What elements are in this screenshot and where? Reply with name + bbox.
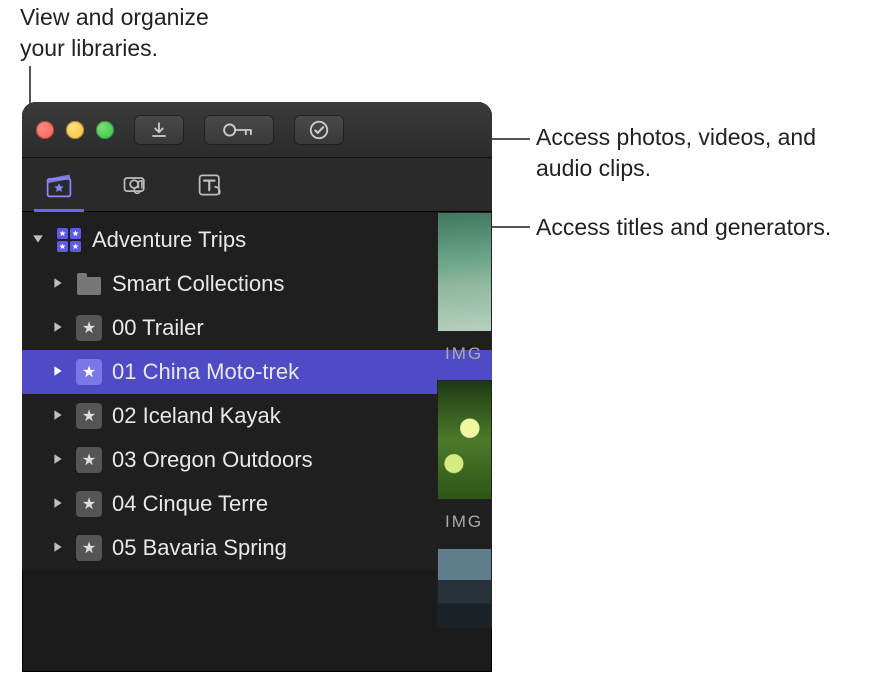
- sidebar-item-event[interactable]: ★ 01 China Moto-trek: [22, 350, 492, 394]
- photos-audio-tab[interactable]: [120, 170, 150, 200]
- event-star-icon: ★: [76, 491, 102, 517]
- disclosure-triangle-icon[interactable]: [52, 277, 66, 291]
- event-star-icon: ★: [76, 315, 102, 341]
- sidebar-item-label: 04 Cinque Terre: [112, 491, 484, 517]
- close-window-button[interactable]: [36, 121, 54, 139]
- minimize-window-button[interactable]: [66, 121, 84, 139]
- background-tasks-button[interactable]: [294, 115, 344, 145]
- sidebar-item-label: 02 Iceland Kayak: [112, 403, 484, 429]
- titles-generators-tab[interactable]: [196, 170, 226, 200]
- clip-filename-fragment: IMG: [445, 512, 492, 532]
- sidebar-item-event[interactable]: ★ 02 Iceland Kayak: [22, 394, 492, 438]
- disclosure-triangle-icon[interactable]: [52, 541, 66, 555]
- event-star-icon: ★: [76, 403, 102, 429]
- event-star-icon: ★: [76, 535, 102, 561]
- sidebar-item-event[interactable]: ★ 04 Cinque Terre: [22, 482, 492, 526]
- clip-thumbnail[interactable]: [437, 212, 492, 332]
- active-tab-underline: [34, 209, 84, 212]
- folder-icon: [76, 271, 102, 297]
- event-star-icon: ★: [76, 359, 102, 385]
- sidebar-item-label: 01 China Moto-trek: [112, 359, 484, 385]
- sidebar-item-label: 00 Trailer: [112, 315, 484, 341]
- disclosure-triangle-icon[interactable]: [52, 321, 66, 335]
- download-arrow-icon: [150, 121, 168, 139]
- clip-filename-fragment: IMG: [445, 344, 492, 364]
- sidebar-item-smart-collections[interactable]: Smart Collections: [22, 262, 492, 306]
- clip-thumbnail[interactable]: [437, 380, 492, 500]
- sidebar-tabstrip: [22, 158, 492, 212]
- key-icon: [222, 122, 256, 138]
- callout-libraries: View and organize your libraries.: [20, 2, 240, 64]
- checkmark-circle-icon: [308, 119, 330, 141]
- libraries-tab[interactable]: [44, 170, 74, 200]
- clip-thumbnails: IMG IMG: [437, 212, 492, 672]
- window-titlebar: [22, 102, 492, 158]
- sidebar-item-label: Smart Collections: [112, 271, 484, 297]
- disclosure-triangle-icon[interactable]: [32, 233, 46, 247]
- library-icon: [56, 227, 82, 253]
- window-controls: [36, 121, 114, 139]
- zoom-window-button[interactable]: [96, 121, 114, 139]
- callout-titles: Access titles and generators.: [536, 212, 856, 243]
- sidebar-item-label: 05 Bavaria Spring: [112, 535, 484, 561]
- library-row[interactable]: Adventure Trips: [22, 218, 492, 262]
- app-window: Adventure Trips Smart Collections ★ 00 T…: [22, 102, 492, 672]
- sidebar-item-label: 03 Oregon Outdoors: [112, 447, 484, 473]
- keyword-editor-button[interactable]: [204, 115, 274, 145]
- disclosure-triangle-icon[interactable]: [52, 497, 66, 511]
- disclosure-triangle-icon[interactable]: [52, 409, 66, 423]
- clip-thumbnail[interactable]: [437, 548, 492, 628]
- camera-music-icon: [121, 171, 149, 199]
- disclosure-triangle-icon[interactable]: [52, 453, 66, 467]
- libraries-sidebar: Adventure Trips Smart Collections ★ 00 T…: [22, 212, 492, 570]
- event-star-icon: ★: [76, 447, 102, 473]
- disclosure-triangle-icon[interactable]: [52, 365, 66, 379]
- sidebar-item-event[interactable]: ★ 05 Bavaria Spring: [22, 526, 492, 570]
- sidebar-item-event[interactable]: ★ 03 Oregon Outdoors: [22, 438, 492, 482]
- title-t-icon: [197, 171, 225, 199]
- library-name: Adventure Trips: [92, 227, 484, 253]
- clapperboard-star-icon: [45, 171, 73, 199]
- import-button[interactable]: [134, 115, 184, 145]
- sidebar-item-event[interactable]: ★ 00 Trailer: [22, 306, 492, 350]
- callout-media: Access photos, videos, and audio clips.: [536, 122, 856, 184]
